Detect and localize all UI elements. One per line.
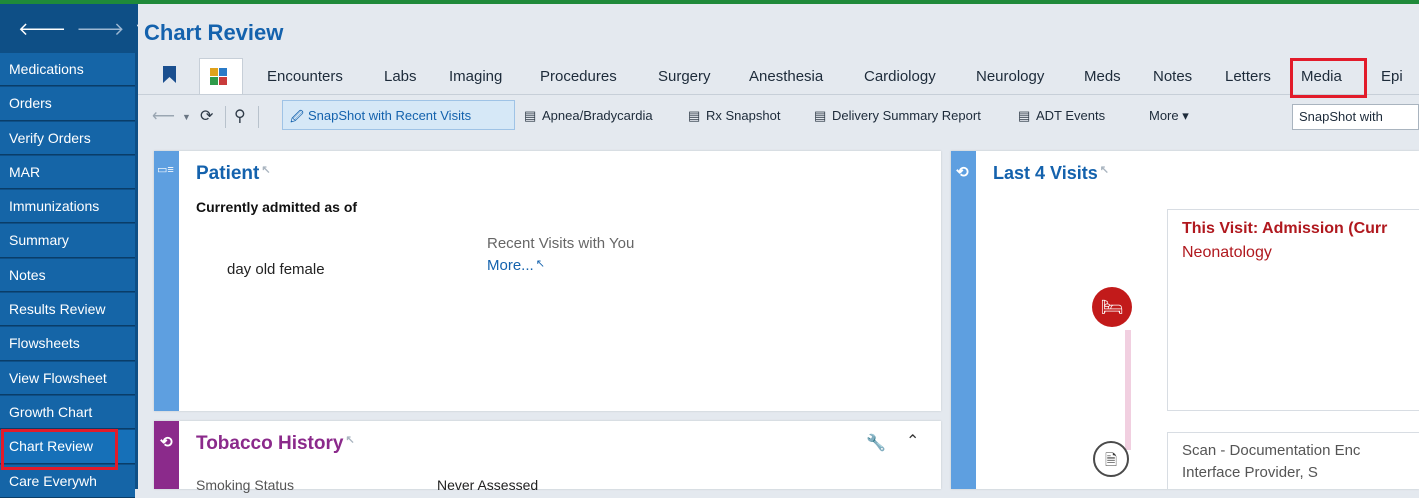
admission-status: Currently admitted as of — [196, 199, 358, 215]
sidebar-item-results-review[interactable]: Results Review — [0, 293, 135, 327]
tab-snapshot-icon[interactable] — [199, 58, 243, 94]
tab-meds[interactable]: Meds — [1084, 68, 1121, 85]
snapshot-recent-visits-label: SnapShot with Recent Visits — [308, 108, 472, 123]
sidebar-item-view-flowsheet[interactable]: View Flowsheet — [0, 361, 135, 395]
sidebar-item-flowsheets[interactable]: Flowsheets — [0, 327, 135, 361]
tab-procedures[interactable]: Procedures — [540, 68, 617, 85]
collapse-icon[interactable]: ⌃ — [906, 431, 919, 451]
back-icon[interactable]: ⟵ — [152, 106, 175, 126]
report-edit-icon: 🖉 — [290, 109, 304, 124]
apnea-bradycardia-link[interactable]: Apnea/Bradycardia — [542, 108, 653, 123]
tobacco-card: ⟲ Tobacco History ↖ 🔧 ⌃ Smoking Status Ne… — [154, 421, 941, 493]
tab-cardiology[interactable]: Cardiology — [864, 68, 936, 85]
popout-icon[interactable]: ↖ — [345, 434, 354, 446]
report-icon: ▤ — [688, 108, 701, 123]
tab-letters[interactable]: Letters — [1225, 68, 1271, 85]
smoking-status-value: Never Assessed — [437, 477, 539, 493]
tab-labs[interactable]: Labs — [384, 68, 417, 85]
tab-imaging[interactable]: Imaging — [449, 68, 502, 85]
sidebar-item-immunizations[interactable]: Immunizations — [0, 190, 135, 224]
visit-scan-provider: Interface Provider, S — [1182, 464, 1318, 481]
visits-card: ⟲ Last 4 Visits ↖ This Visit: Admission (… — [951, 151, 1419, 489]
visit-card-scan[interactable]: Scan - Documentation Enc Interface Provi… — [1167, 432, 1419, 489]
tab-epi[interactable]: Epi — [1381, 68, 1403, 85]
history-icon: ⟲ — [160, 434, 173, 451]
visit-current-title: This Visit: Admission (Curr — [1182, 220, 1388, 237]
timeline-line — [1125, 330, 1131, 450]
highlight-box-media — [1290, 58, 1367, 98]
search-icon[interactable]: ⚲ — [234, 106, 246, 126]
refresh-icon[interactable]: ⟳ — [200, 106, 213, 126]
page-title: Chart Review — [144, 20, 284, 45]
tab-neurology[interactable]: Neurology — [976, 68, 1044, 85]
patient-rail — [154, 151, 179, 411]
age-sex: day old female — [227, 261, 325, 278]
history-nav: 🡐 🡒 ▼ — [0, 4, 145, 53]
more-visits-link[interactable]: More... ↖ — [487, 257, 545, 274]
patient-card: ▭≡ Patient ↖ Currently admitted as of day… — [154, 151, 941, 411]
arrow-right-icon[interactable]: 🡒 — [76, 20, 124, 38]
report-icon: ▤ — [524, 108, 537, 123]
tab-bar: Encounters Labs Imaging Procedures Surge… — [138, 58, 1419, 98]
tab-surgery[interactable]: Surgery — [658, 68, 711, 85]
tab-notes[interactable]: Notes — [1153, 68, 1192, 85]
adt-events-link[interactable]: ADT Events — [1036, 108, 1105, 123]
popout-icon[interactable]: ↖ — [1100, 164, 1109, 176]
id-card-icon: ▭≡ — [157, 164, 174, 176]
sidebar-item-summary[interactable]: Summary — [0, 224, 135, 258]
delivery-summary-link[interactable]: Delivery Summary Report — [832, 108, 981, 123]
more-menu[interactable]: More ▾ — [1149, 108, 1189, 124]
tab-anesthesia[interactable]: Anesthesia — [749, 68, 823, 85]
sidebar-item-growth-chart[interactable]: Growth Chart — [0, 395, 135, 430]
report-select[interactable]: SnapShot with — [1292, 104, 1419, 130]
visit-scan-title: Scan - Documentation Enc — [1182, 442, 1361, 459]
smoking-status-label: Smoking Status — [196, 477, 295, 493]
sidebar-item-care-everywhere[interactable]: Care Everywh — [0, 464, 135, 498]
sidebar-item-medications[interactable]: Medications — [0, 53, 135, 87]
popout-icon[interactable]: ↖ — [261, 164, 270, 176]
report-icon: ▤ — [1018, 108, 1031, 123]
sidebar-item-orders[interactable]: Orders — [0, 87, 135, 121]
visits-rail — [951, 151, 976, 489]
sidebar-item-mar[interactable]: MAR — [0, 155, 135, 190]
visits-title: Last 4 Visits ↖ — [993, 163, 1109, 183]
sidebar: 🡐 🡒 ▼ Medications Orders Verify Orders M… — [0, 4, 145, 498]
tobacco-title: Tobacco History ↖ — [196, 433, 355, 454]
rx-snapshot-link[interactable]: Rx Snapshot — [706, 108, 780, 123]
visit-current-dept: Neonatology — [1182, 244, 1272, 261]
tobacco-rail — [154, 421, 179, 489]
popout-icon: ↖ — [535, 258, 545, 270]
document-icon: 🗎 — [1093, 441, 1129, 477]
separator — [225, 106, 226, 128]
sidebar-item-chart-review[interactable]: Chart Review — [0, 430, 135, 464]
report-icon: ▤ — [814, 108, 827, 123]
admission-bed-icon: 🛏 — [1092, 287, 1132, 327]
chevron-down-icon[interactable]: ▼ — [182, 112, 191, 122]
separator — [258, 106, 259, 128]
toolbar: ⟵ ▼ ⟳ ⚲ 🖉 SnapShot with Recent Visits ▤ … — [138, 96, 1419, 140]
wrench-icon[interactable]: 🔧 — [866, 433, 886, 453]
visit-card-current[interactable]: This Visit: Admission (Curr Neonatology — [1167, 209, 1419, 411]
sidebar-item-verify-orders[interactable]: Verify Orders — [0, 121, 135, 155]
bookmark-icon[interactable] — [163, 66, 176, 83]
tab-encounters[interactable]: Encounters — [267, 68, 343, 85]
sidebar-item-notes[interactable]: Notes — [0, 258, 135, 293]
arrow-left-icon[interactable]: 🡐 — [18, 20, 66, 38]
recent-visits-label: Recent Visits with You — [487, 235, 635, 252]
history-icon: ⟲ — [956, 164, 969, 181]
patient-title: Patient ↖ — [196, 163, 271, 184]
